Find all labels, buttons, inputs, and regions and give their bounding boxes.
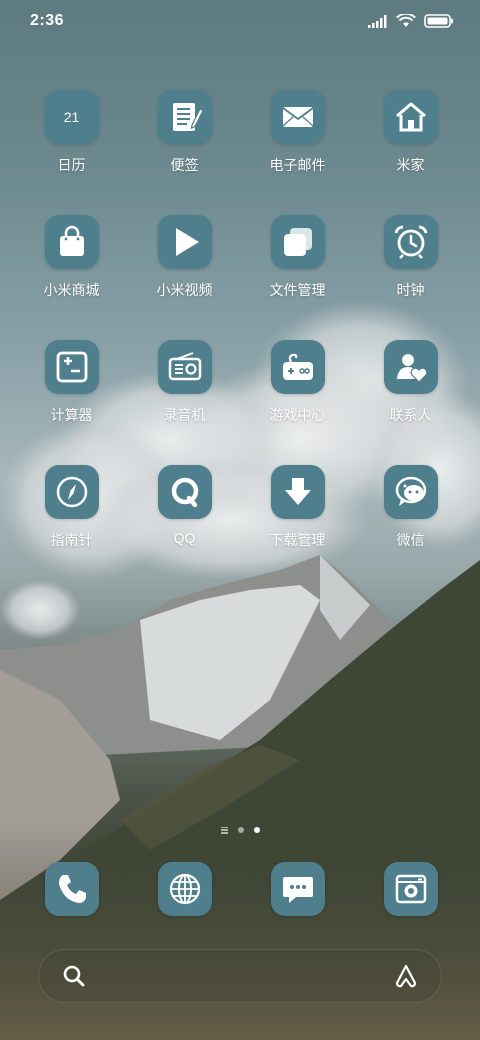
- app-label: 电子邮件: [269, 157, 326, 173]
- app-wechat[interactable]: 微信: [354, 465, 467, 564]
- qq-icon[interactable]: [157, 465, 212, 519]
- signal-icon: [368, 14, 387, 28]
- app-file-manager[interactable]: 文件管理: [241, 215, 354, 314]
- app-label: 小米商城: [43, 282, 100, 298]
- app-qq[interactable]: QQ: [128, 465, 241, 564]
- app-mi-store[interactable]: 小米商城: [15, 215, 128, 314]
- dock-browser[interactable]: [128, 862, 241, 918]
- wifi-icon: [396, 14, 416, 27]
- calendar-day: 21: [63, 109, 80, 125]
- status-icons: [368, 14, 454, 28]
- wechat-icon[interactable]: [383, 465, 438, 519]
- notes-icon[interactable]: [157, 90, 212, 144]
- search-bar[interactable]: [38, 949, 442, 1003]
- app-mihome[interactable]: 米家: [354, 90, 467, 189]
- app-compass[interactable]: 指南针: [15, 465, 128, 564]
- status-time: 2:36: [30, 12, 65, 29]
- battery-icon: [424, 14, 453, 28]
- home-icon[interactable]: [383, 90, 438, 144]
- app-label: 游戏中心: [269, 407, 326, 423]
- app-mail[interactable]: 电子邮件: [241, 90, 354, 189]
- app-clock[interactable]: 时钟: [354, 215, 467, 314]
- app-drawer-indicator[interactable]: [220, 826, 228, 834]
- dock-phone[interactable]: [15, 862, 128, 918]
- assistant-icon[interactable]: [393, 963, 419, 989]
- app-notes[interactable]: 便签: [128, 90, 241, 189]
- app-label: 计算器: [50, 407, 93, 423]
- message-icon[interactable]: [270, 862, 325, 916]
- camera-icon[interactable]: [383, 862, 438, 916]
- files-icon[interactable]: [270, 215, 325, 269]
- app-label: QQ: [173, 530, 196, 546]
- search-icon[interactable]: [61, 963, 87, 989]
- app-grid: 21 日历 便签 电子邮件 米家 小米商城 小米视频 文件管理 时钟 计算器 录…: [15, 90, 467, 564]
- shopping-bag-icon[interactable]: [44, 215, 99, 269]
- app-label: 时钟: [396, 282, 425, 298]
- app-contacts[interactable]: 联系人: [354, 340, 467, 439]
- app-download-manager[interactable]: 下载管理: [241, 465, 354, 564]
- calendar-icon[interactable]: 21: [44, 90, 99, 144]
- dock: [15, 862, 467, 918]
- dock-camera[interactable]: [354, 862, 467, 918]
- globe-icon[interactable]: [157, 862, 212, 916]
- app-label: 下载管理: [269, 532, 326, 548]
- play-icon[interactable]: [157, 215, 212, 269]
- app-game-center[interactable]: 游戏中心: [241, 340, 354, 439]
- contacts-icon[interactable]: [383, 340, 438, 394]
- page-indicator[interactable]: [216, 824, 264, 836]
- gamepad-icon[interactable]: [270, 340, 325, 394]
- app-label: 录音机: [163, 407, 206, 423]
- app-label: 指南针: [50, 532, 93, 548]
- calculator-icon[interactable]: [44, 340, 99, 394]
- page-dot-1[interactable]: [237, 827, 244, 833]
- alarm-clock-icon[interactable]: [383, 215, 438, 269]
- app-calendar[interactable]: 21 日历: [15, 90, 128, 189]
- app-label: 米家: [396, 157, 425, 173]
- mail-icon[interactable]: [270, 90, 325, 144]
- app-label: 微信: [396, 532, 425, 548]
- compass-icon[interactable]: [44, 465, 99, 519]
- status-bar: 2:36: [0, 0, 480, 42]
- page-dot-2-active[interactable]: [253, 827, 260, 833]
- app-label: 便签: [170, 157, 199, 173]
- app-label: 文件管理: [269, 282, 326, 298]
- app-label: 小米视频: [156, 282, 213, 298]
- dock-messages[interactable]: [241, 862, 354, 918]
- app-mi-video[interactable]: 小米视频: [128, 215, 241, 314]
- phone-icon[interactable]: [44, 862, 99, 916]
- download-icon[interactable]: [270, 465, 325, 519]
- app-recorder[interactable]: 录音机: [128, 340, 241, 439]
- radio-icon[interactable]: [157, 340, 212, 394]
- app-calculator[interactable]: 计算器: [15, 340, 128, 439]
- app-label: 日历: [57, 157, 86, 173]
- app-label: 联系人: [389, 407, 432, 423]
